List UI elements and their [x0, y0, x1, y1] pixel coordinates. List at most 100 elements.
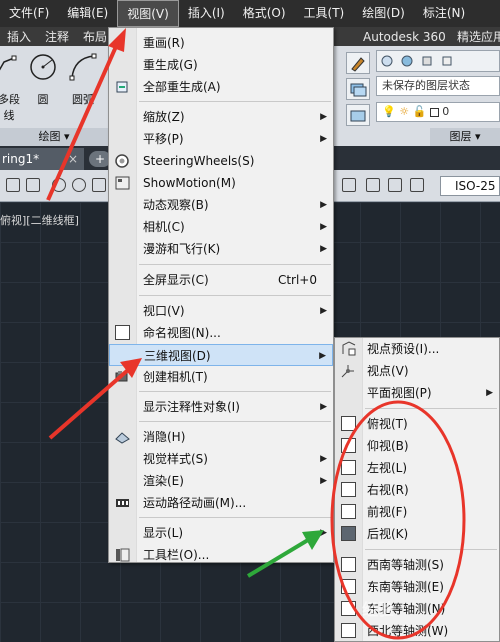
submenu-arrow-icon: ▶ [320, 112, 327, 122]
submenu-arrow-icon: ▶ [320, 200, 327, 210]
match-properties-button[interactable] [346, 52, 370, 74]
draw-panel-title[interactable]: 绘图 ▾ [0, 128, 108, 146]
menu-item-item-8[interactable]: 相机(C) ▶ [109, 216, 333, 238]
menu-item-item-0[interactable]: 重画(R) [109, 32, 333, 54]
submenu-item-back-view[interactable]: 后视(K) [335, 523, 499, 545]
menu-item-label: 视点(V) [367, 364, 409, 378]
menu-item-item-17[interactable]: 视觉样式(S) ▶ [109, 448, 333, 470]
menu-item-toolbar[interactable]: 工具栏(O)... [109, 544, 333, 566]
3d-views-submenu: 视点预设(I)... 视点(V) 平面视图(P) ▶ 俯视(T) 仰视(B) 左视(L) 右视… [334, 337, 500, 642]
menu-item-label: 消隐(H) [143, 430, 186, 444]
menu-item-item-11[interactable]: 视口(V) ▶ [109, 300, 333, 322]
menu-item-item-4[interactable]: 平移(P) ▶ [109, 128, 333, 150]
menu-item-item-7[interactable]: 动态观察(B) ▶ [109, 194, 333, 216]
menu-item-item-3[interactable]: 缩放(Z) ▶ [109, 106, 333, 128]
menu-item-item-18[interactable]: 渲染(E) ▶ [109, 470, 333, 492]
motion-path-icon [114, 495, 131, 511]
submenu-item-ne-iso[interactable]: 东北等轴测(N) [335, 598, 499, 620]
submenu-item-se-iso[interactable]: 东南等轴测(E) [335, 576, 499, 598]
menu-separator [139, 391, 331, 392]
submenu-arrow-icon: ▶ [320, 528, 327, 538]
menu-dimension[interactable]: 标注(N) [414, 0, 474, 27]
submenu-item-nw-iso[interactable]: 西北等轴测(W) [335, 620, 499, 642]
submenu-item-viewpoint-preset[interactable]: 视点预设(I)... [335, 338, 499, 360]
document-tab[interactable]: ring1* × [0, 148, 84, 170]
regen-all-icon [114, 79, 131, 95]
ribbon-tab-featured-apps[interactable]: 精选应用 [450, 28, 500, 45]
menu-file[interactable]: 文件(F) [0, 0, 58, 27]
submenu-item-right-view[interactable]: 右视(R) [335, 479, 499, 501]
menu-item-label: 显示(L) [143, 526, 184, 540]
menu-item-label: 运动路径动画(M)... [143, 496, 247, 510]
menu-draw[interactable]: 绘图(D) [353, 0, 414, 27]
nw-iso-icon [341, 623, 356, 638]
tool-icon-1[interactable] [6, 178, 20, 192]
menu-item-named-view[interactable]: 命名视图(N)... [109, 322, 333, 344]
menu-view[interactable]: 视图(V) [117, 0, 179, 27]
menu-separator [139, 101, 331, 102]
tool-icon-3[interactable] [52, 178, 66, 192]
tool-icon-8[interactable] [388, 178, 402, 192]
menu-item-camera[interactable]: 创建相机(T) [109, 366, 333, 388]
menu-item-showmotion[interactable]: ShowMotion(M) [109, 172, 333, 194]
layer-properties-button[interactable] [346, 104, 370, 126]
menu-edit[interactable]: 编辑(E) [58, 0, 117, 27]
ribbon-tab-a360[interactable]: Autodesk 360 [356, 30, 453, 44]
ribbon-tab-insert[interactable]: 插入 [0, 28, 38, 45]
polyline-tool[interactable]: 多段线 [0, 52, 24, 123]
submenu-item-item-2[interactable]: 平面视图(P) ▶ [335, 382, 499, 404]
watermark: 经验 [362, 600, 395, 619]
circle-tool[interactable]: 圆 [26, 52, 60, 107]
menu-separator [139, 421, 331, 422]
submenu-item-top-view[interactable]: 俯视(T) [335, 413, 499, 435]
menu-item-label: 平面视图(P) [367, 386, 432, 400]
layer-color-swatch [429, 107, 439, 117]
tool-icon-4[interactable] [72, 178, 86, 192]
tool-icon-7[interactable] [366, 178, 380, 192]
menu-item-motion-path[interactable]: 运动路径动画(M)... [109, 492, 333, 514]
layer-state-dropdown[interactable]: 未保存的图层状态 [376, 76, 500, 96]
submenu-arrow-icon: ▶ [486, 388, 493, 398]
arc-label: 圆弧 [72, 93, 94, 106]
layer-tools-row[interactable] [376, 50, 500, 72]
submenu-arrow-icon: ▶ [320, 402, 327, 412]
close-tab-icon[interactable]: × [68, 148, 78, 170]
submenu-item-front-view[interactable]: 前视(F) [335, 501, 499, 523]
menu-item-item-9[interactable]: 漫游和飞行(K) ▶ [109, 238, 333, 260]
viewport-label[interactable]: 俯视][二维线框] [0, 212, 79, 228]
menu-item-label: 渲染(E) [143, 474, 184, 488]
tool-icon-5[interactable] [92, 178, 106, 192]
menu-item-item-10[interactable]: 全屏显示(C) Ctrl+0 [109, 269, 333, 291]
menu-tools[interactable]: 工具(T) [295, 0, 354, 27]
current-layer-dropdown[interactable]: 💡 ☼ 🔓 0 [376, 102, 500, 122]
menu-item-label: 东南等轴测(E) [367, 580, 444, 594]
menu-item-item-13[interactable]: 三维视图(D) ▶ [109, 344, 333, 366]
menu-insert[interactable]: 插入(I) [179, 0, 234, 27]
menu-item-label: 重画(R) [143, 36, 185, 50]
menu-item-regen-all[interactable]: 全部重生成(A) [109, 76, 333, 98]
menu-format[interactable]: 格式(O) [234, 0, 295, 27]
left-view-icon [341, 460, 356, 475]
layer-panel-title[interactable]: 图层 ▾ [430, 128, 500, 146]
menu-item-item-20[interactable]: 显示(L) ▶ [109, 522, 333, 544]
menu-item-item-15[interactable]: 显示注释性对象(I) ▶ [109, 396, 333, 418]
polyline-icon [0, 55, 17, 71]
submenu-item-viewpoint[interactable]: 视点(V) [335, 360, 499, 382]
top-view-icon [341, 416, 356, 431]
arc-tool[interactable]: 圆弧 [66, 52, 100, 107]
submenu-item-sw-iso[interactable]: 西南等轴测(S) [335, 554, 499, 576]
tool-icon-6[interactable] [342, 178, 356, 192]
ribbon-tab-annotate[interactable]: 注释 [38, 28, 76, 45]
menu-item-label: 视口(V) [143, 304, 185, 318]
tool-icon-2[interactable] [26, 178, 40, 192]
dimstyle-dropdown[interactable]: ISO-25 [440, 176, 500, 196]
menu-item-item-1[interactable]: 重生成(G) [109, 54, 333, 76]
menu-item-steering-wheel[interactable]: SteeringWheels(S) [109, 150, 333, 172]
submenu-item-left-view[interactable]: 左视(L) [335, 457, 499, 479]
lock-icon: 🔓 [412, 105, 427, 118]
submenu-arrow-icon: ▶ [319, 351, 326, 361]
menu-item-hide[interactable]: 消隐(H) [109, 426, 333, 448]
layer-states-button[interactable] [346, 78, 370, 100]
submenu-item-bottom-view[interactable]: 仰视(B) [335, 435, 499, 457]
tool-icon-9[interactable] [410, 178, 424, 192]
